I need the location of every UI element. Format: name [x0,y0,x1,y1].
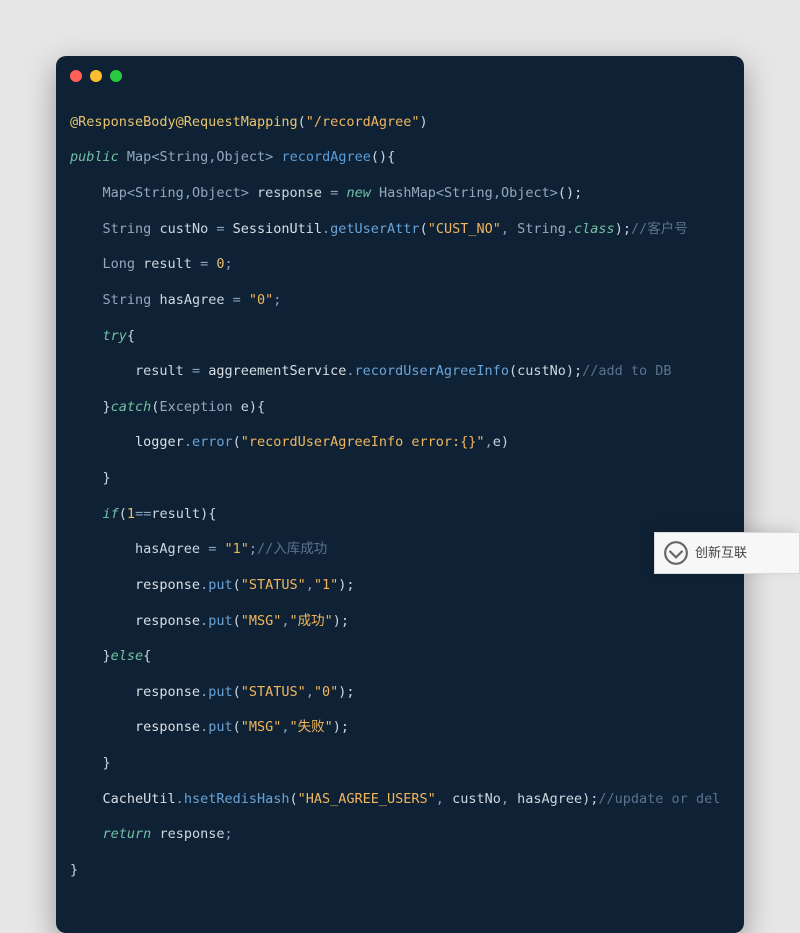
code-line: } [70,470,730,488]
code-line: }catch(Exception e){ [70,399,730,417]
code-line: }else{ [70,648,730,666]
code-line: @ResponseBody@RequestMapping("/recordAgr… [70,114,730,132]
watermark-logo-icon [663,540,689,566]
minimize-icon[interactable] [90,70,102,82]
code-line: result = aggreementService.recordUserAgr… [70,363,730,381]
close-icon[interactable] [70,70,82,82]
code-line: Map<String,Object> response = new HashMa… [70,185,730,203]
code-line: String custNo = SessionUtil.getUserAttr(… [70,221,730,239]
code-line: response.put("MSG","失败"); [70,719,730,737]
code-line: if(1==result){ [70,506,730,524]
code-line: } [70,755,730,773]
window-controls [70,70,730,82]
code-line: return response; [70,826,730,844]
code-block: @ResponseBody@RequestMapping("/recordAgr… [70,96,730,915]
code-line: response.put("MSG","成功"); [70,613,730,631]
code-line: } [70,862,730,880]
code-line: response.put("STATUS","1"); [70,577,730,595]
code-line: logger.error("recordUserAgreeInfo error:… [70,434,730,452]
code-line: hasAgree = "1";//入库成功 [70,541,730,559]
code-line: public Map<String,Object> recordAgree(){ [70,149,730,167]
code-line: response.put("STATUS","0"); [70,684,730,702]
code-line: try{ [70,328,730,346]
code-line: Long result = 0; [70,256,730,274]
page-container: @ResponseBody@RequestMapping("/recordAgr… [0,0,800,574]
watermark-text: 创新互联 [695,544,747,561]
watermark-badge: 创新互联 [654,532,800,574]
code-editor-panel: @ResponseBody@RequestMapping("/recordAgr… [56,56,744,933]
code-line: CacheUtil.hsetRedisHash("HAS_AGREE_USERS… [70,791,730,809]
code-line: String hasAgree = "0"; [70,292,730,310]
maximize-icon[interactable] [110,70,122,82]
